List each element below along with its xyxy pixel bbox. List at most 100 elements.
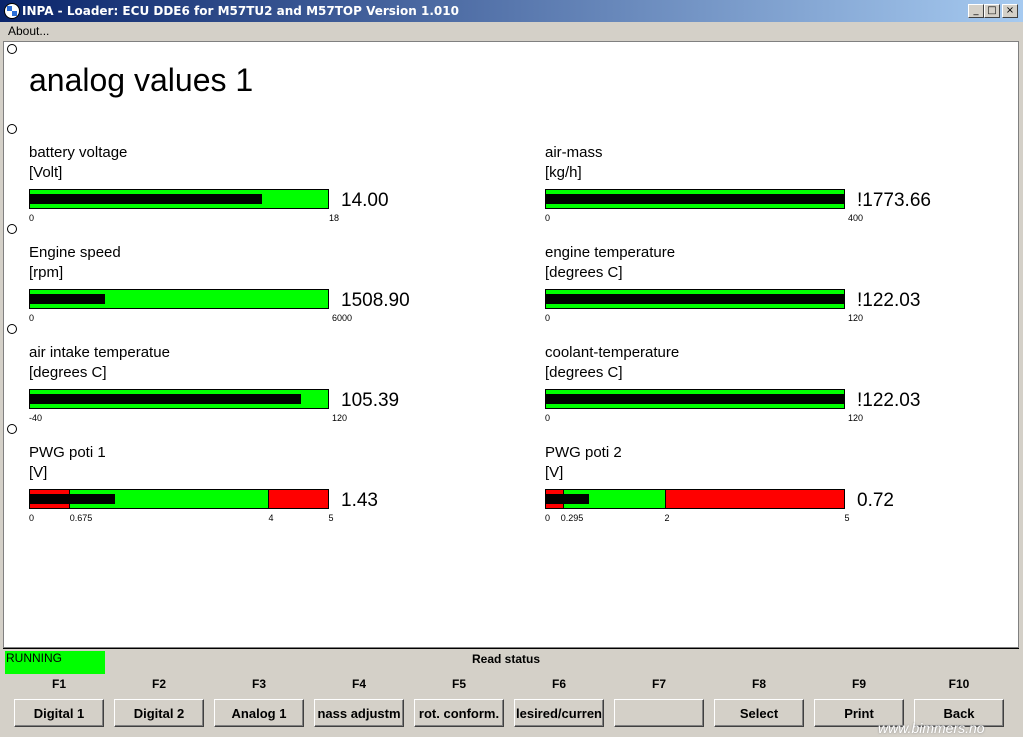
gauge-fill [546,394,844,404]
gauge-fill [30,394,301,404]
gauge-value: 105.39 [341,390,400,411]
gauge-value: 1.43 [341,490,378,511]
gauge-threshold-low: 0.675 [69,513,93,523]
gauge-bar [545,489,845,509]
gauge-bar [29,189,329,209]
gauge-label: coolant-temperature [545,344,680,361]
gauge-label: PWG poti 2 [545,444,622,461]
gauge-unit: [rpm] [29,264,64,281]
fkey-label-f8: F8 [751,677,766,691]
gauge-bar [29,289,329,309]
gauge-threshold-high: 4 [268,513,274,523]
status-panel: RUNNING Read status F1 F2 F3 F4 F5 F6 F7… [3,648,1019,735]
gauge-min: 0 [545,413,551,423]
watermark: www.bimmers.no [878,720,985,736]
gauge-label: air-mass [545,144,603,161]
menu-about[interactable]: About... [8,24,49,38]
gauge-engine-temperature: engine temperature [degrees C] !122.03 0… [545,244,965,334]
mass-adjustment-button[interactable]: nass adjustm [314,699,404,727]
radio-circle-icon [7,324,17,334]
read-status-label: Read status [472,652,541,666]
gauge-min: 0 [545,513,551,523]
digital-1-button[interactable]: Digital 1 [14,699,104,727]
gauge-label: Engine speed [29,244,121,261]
fkey-label-f5: F5 [451,677,466,691]
gauge-min: -40 [29,413,43,423]
radio-circle-icon [7,124,17,134]
close-button[interactable]: × [1002,4,1018,18]
gauge-min: 0 [29,313,35,323]
rot-conform-button[interactable]: rot. conform. [414,699,504,727]
fkey-label-f7: F7 [651,677,666,691]
gauge-pwg-poti-1: PWG poti 1 [V] 1.43 0 0.675 4 5 [29,444,449,534]
gauge-unit: [degrees C] [545,364,623,381]
menu-bar: About... [0,22,1023,40]
gauge-max: 5 [844,513,850,523]
gauge-fill [546,494,589,504]
gauge-unit: [Volt] [29,164,63,181]
gauge-unit: [V] [545,464,564,481]
fkey-label-f3: F3 [251,677,266,691]
gauge-bar [545,389,845,409]
gauge-unit: [degrees C] [29,364,107,381]
gauge-bar [545,289,845,309]
radio-circle-icon [7,44,17,54]
radio-circle-icon [7,224,17,234]
running-status-badge: RUNNING [5,651,105,674]
gauge-label: engine temperature [545,244,676,261]
gauge-min: 0 [545,213,551,223]
gauge-air-intake-temperature: air intake temperatue [degrees C] 105.39… [29,344,449,434]
gauge-fill [30,294,105,304]
gauge-value: !122.03 [857,390,921,411]
gauge-bar [29,489,329,509]
radio-circle-icon [7,424,17,434]
fkey-label-f4: F4 [351,677,366,691]
gauge-value: 14.00 [341,190,389,211]
page-title: analog values 1 [29,62,254,98]
minimize-button[interactable]: _ [968,4,984,18]
gauge-label: PWG poti 1 [29,444,106,461]
gauge-air-mass: air-mass [kg/h] !1773.66 0 400 [545,144,965,234]
gauge-coolant-temperature: coolant-temperature [degrees C] !122.03 … [545,344,965,434]
desired-current-button[interactable]: lesired/curren [514,699,604,727]
select-button[interactable]: Select [714,699,804,727]
gauge-bar [29,389,329,409]
gauge-pwg-poti-2: PWG poti 2 [V] 0.72 0 0.295 2 5 [545,444,965,534]
gauge-min: 0 [545,313,551,323]
gauge-value: !1773.66 [857,190,931,211]
digital-2-button[interactable]: Digital 2 [114,699,204,727]
fkey-label-f9: F9 [851,677,866,691]
gauge-max: 120 [847,413,863,423]
gauge-min: 0 [29,513,35,523]
gauge-engine-speed: Engine speed [rpm] 1508.90 0 6000 [29,244,449,334]
gauge-threshold-low: 0.295 [560,513,584,523]
gauge-fill [30,494,115,504]
gauge-battery-voltage: battery voltage [Volt] 14.00 0 18 [29,144,449,234]
analog-1-button[interactable]: Analog 1 [214,699,304,727]
f7-empty-button[interactable] [614,699,704,727]
gauge-bar [545,189,845,209]
window-title: INPA - Loader: ECU DDE6 for M57TU2 and M… [22,4,459,18]
gauge-label: battery voltage [29,144,128,161]
gauge-value: 1508.90 [341,290,410,311]
gauge-high-zone [665,490,844,508]
gauge-high-zone [268,490,328,508]
gauge-max: 18 [328,213,339,223]
gauge-max: 5 [328,513,334,523]
gauge-max: 120 [331,413,347,423]
gauge-fill [30,194,262,204]
fkey-label-f1: F1 [51,677,66,691]
title-bar[interactable]: INPA - Loader: ECU DDE6 for M57TU2 and M… [0,0,1023,22]
gauge-unit: [V] [29,464,48,481]
gauge-fill [546,294,844,304]
gauge-unit: [kg/h] [545,164,582,181]
gauge-threshold-high: 2 [664,513,670,523]
gauge-value: !122.03 [857,290,921,311]
gauge-max: 120 [847,313,863,323]
gauge-label: air intake temperatue [29,344,170,361]
bmw-logo-icon [4,3,20,19]
gauge-max: 400 [847,213,863,223]
gauge-max: 6000 [331,313,352,323]
maximize-button[interactable]: □ [984,4,1000,18]
main-panel: analog values 1 battery voltage [Volt] 1… [3,41,1019,648]
